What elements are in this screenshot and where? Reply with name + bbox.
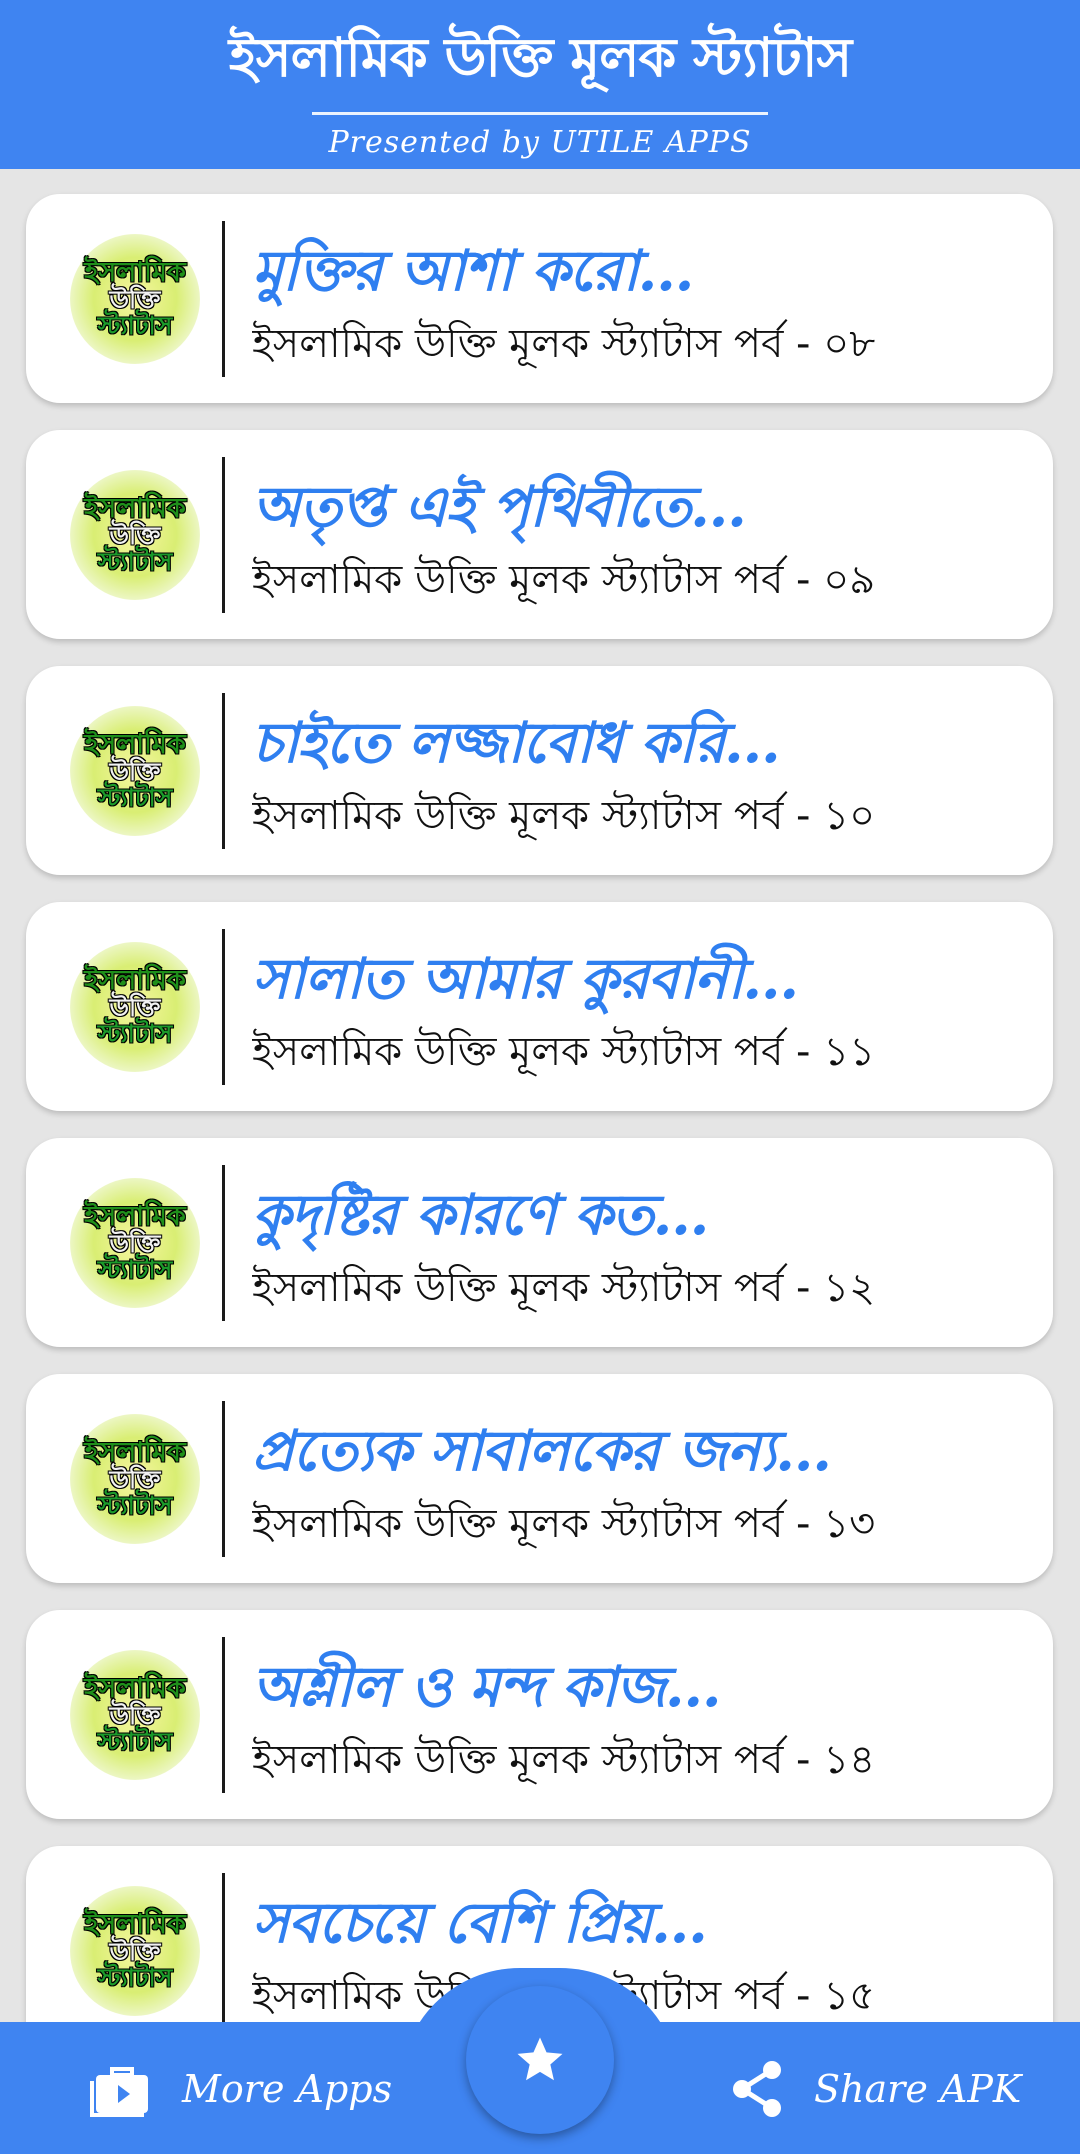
list-item[interactable]: ইসলামিক উক্তি স্ট্যাটাস প্রত্যেক সাবালকে… xyxy=(26,1374,1053,1583)
item-thumbnail: ইসলামিক উক্তি স্ট্যাটাস xyxy=(70,1414,200,1544)
more-apps-label: More Apps xyxy=(182,2067,393,2111)
app-subtitle: Presented by UTILE APPS xyxy=(328,125,752,160)
item-divider xyxy=(222,1165,225,1321)
item-divider xyxy=(222,457,225,613)
item-subtitle: ইসলামিক উক্তি মূলক স্ট্যাটাস পর্ব - ১১ xyxy=(252,1029,876,1075)
more-apps-button[interactable]: More Apps xyxy=(90,2044,392,2134)
list-item[interactable]: ইসলামিক উক্তি স্ট্যাটাস কুদৃষ্টির কারণে … xyxy=(26,1138,1053,1347)
item-thumbnail: ইসলামিক উক্তি স্ট্যাটাস xyxy=(70,942,200,1072)
header-divider xyxy=(312,112,768,115)
item-subtitle: ইসলামিক উক্তি মূলক স্ট্যাটাস পর্ব - ১২ xyxy=(252,1265,876,1311)
item-divider xyxy=(222,929,225,1085)
list-item[interactable]: ইসলামিক উক্তি স্ট্যাটাস চাইতে লজ্জাবোধ ক… xyxy=(26,666,1053,875)
item-thumbnail: ইসলামিক উক্তি স্ট্যাটাস xyxy=(70,234,200,364)
app-header: ইসলামিক উক্তি মূলক স্ট্যাটাস Presented b… xyxy=(0,0,1080,169)
list-item[interactable]: ইসলামিক উক্তি স্ট্যাটাস অশ্লীল ও মন্দ কা… xyxy=(26,1610,1053,1819)
star-icon xyxy=(517,2037,563,2081)
item-divider xyxy=(222,1873,225,2029)
app-title: ইসলামিক উক্তি মূলক স্ট্যাটাস xyxy=(228,25,852,89)
item-subtitle: ইসলামিক উক্তি মূলক স্ট্যাটাস পর্ব - ১৪ xyxy=(252,1737,876,1783)
item-subtitle: ইসলামিক উক্তি মূলক স্ট্যাটাস পর্ব - ০৯ xyxy=(252,557,876,603)
list-item[interactable]: ইসলামিক উক্তি স্ট্যাটাস মুক্তির আশা করো.… xyxy=(26,194,1053,403)
item-title: সবচেয়ে বেশি প্রিয়... xyxy=(252,1890,708,1956)
item-title: চাইতে লজ্জাবোধ করি... xyxy=(252,710,781,776)
share-apk-label: Share APK xyxy=(814,2067,1022,2111)
list-item[interactable]: ইসলামিক উক্তি স্ট্যাটাস সালাত আমার কুরবা… xyxy=(26,902,1053,1111)
share-apk-button[interactable]: Share APK xyxy=(728,2044,1021,2134)
item-title: অশ্লীল ও মন্দ কাজ... xyxy=(252,1654,722,1720)
item-subtitle: ইসলামিক উক্তি মূলক স্ট্যাটাস পর্ব - ১০ xyxy=(252,793,876,839)
item-divider xyxy=(222,221,225,377)
briefcase-play-icon xyxy=(90,2067,148,2117)
item-thumbnail: ইসলামিক উক্তি স্ট্যাটাস xyxy=(70,1886,200,2016)
favorite-fab-button[interactable] xyxy=(466,1986,614,2134)
item-title: সালাত আমার কুরবানী... xyxy=(252,946,799,1012)
list-item[interactable]: ইসলামিক উক্তি স্ট্যাটাস অতৃপ্ত এই পৃথিবী… xyxy=(26,430,1053,639)
item-thumbnail: ইসলামিক উক্তি স্ট্যাটাস xyxy=(70,1650,200,1780)
item-title: মুক্তির আশা করো... xyxy=(252,238,694,304)
item-title: কুদৃষ্টির কারণে কত... xyxy=(252,1182,709,1248)
share-icon xyxy=(733,2061,781,2117)
item-thumbnail: ইসলামিক উক্তি স্ট্যাটাস xyxy=(70,470,200,600)
item-title: অতৃপ্ত এই পৃথিবীতে... xyxy=(252,474,747,540)
item-subtitle: ইসলামিক উক্তি মূলক স্ট্যাটাস পর্ব - ০৮ xyxy=(252,321,876,367)
item-thumbnail: ইসলামিক উক্তি স্ট্যাটাস xyxy=(70,706,200,836)
app-root: ইসলামিক উক্তি মূলক স্ট্যাটাস Presented b… xyxy=(0,0,1080,2154)
item-divider xyxy=(222,693,225,849)
item-subtitle: ইসলামিক উক্তি মূলক স্ট্যাটাস পর্ব - ১৩ xyxy=(252,1501,876,1547)
item-title: প্রত্যেক সাবালকের জন্য... xyxy=(252,1418,832,1484)
item-divider xyxy=(222,1401,225,1557)
item-thumbnail: ইসলামিক উক্তি স্ট্যাটাস xyxy=(70,1178,200,1308)
item-divider xyxy=(222,1637,225,1793)
